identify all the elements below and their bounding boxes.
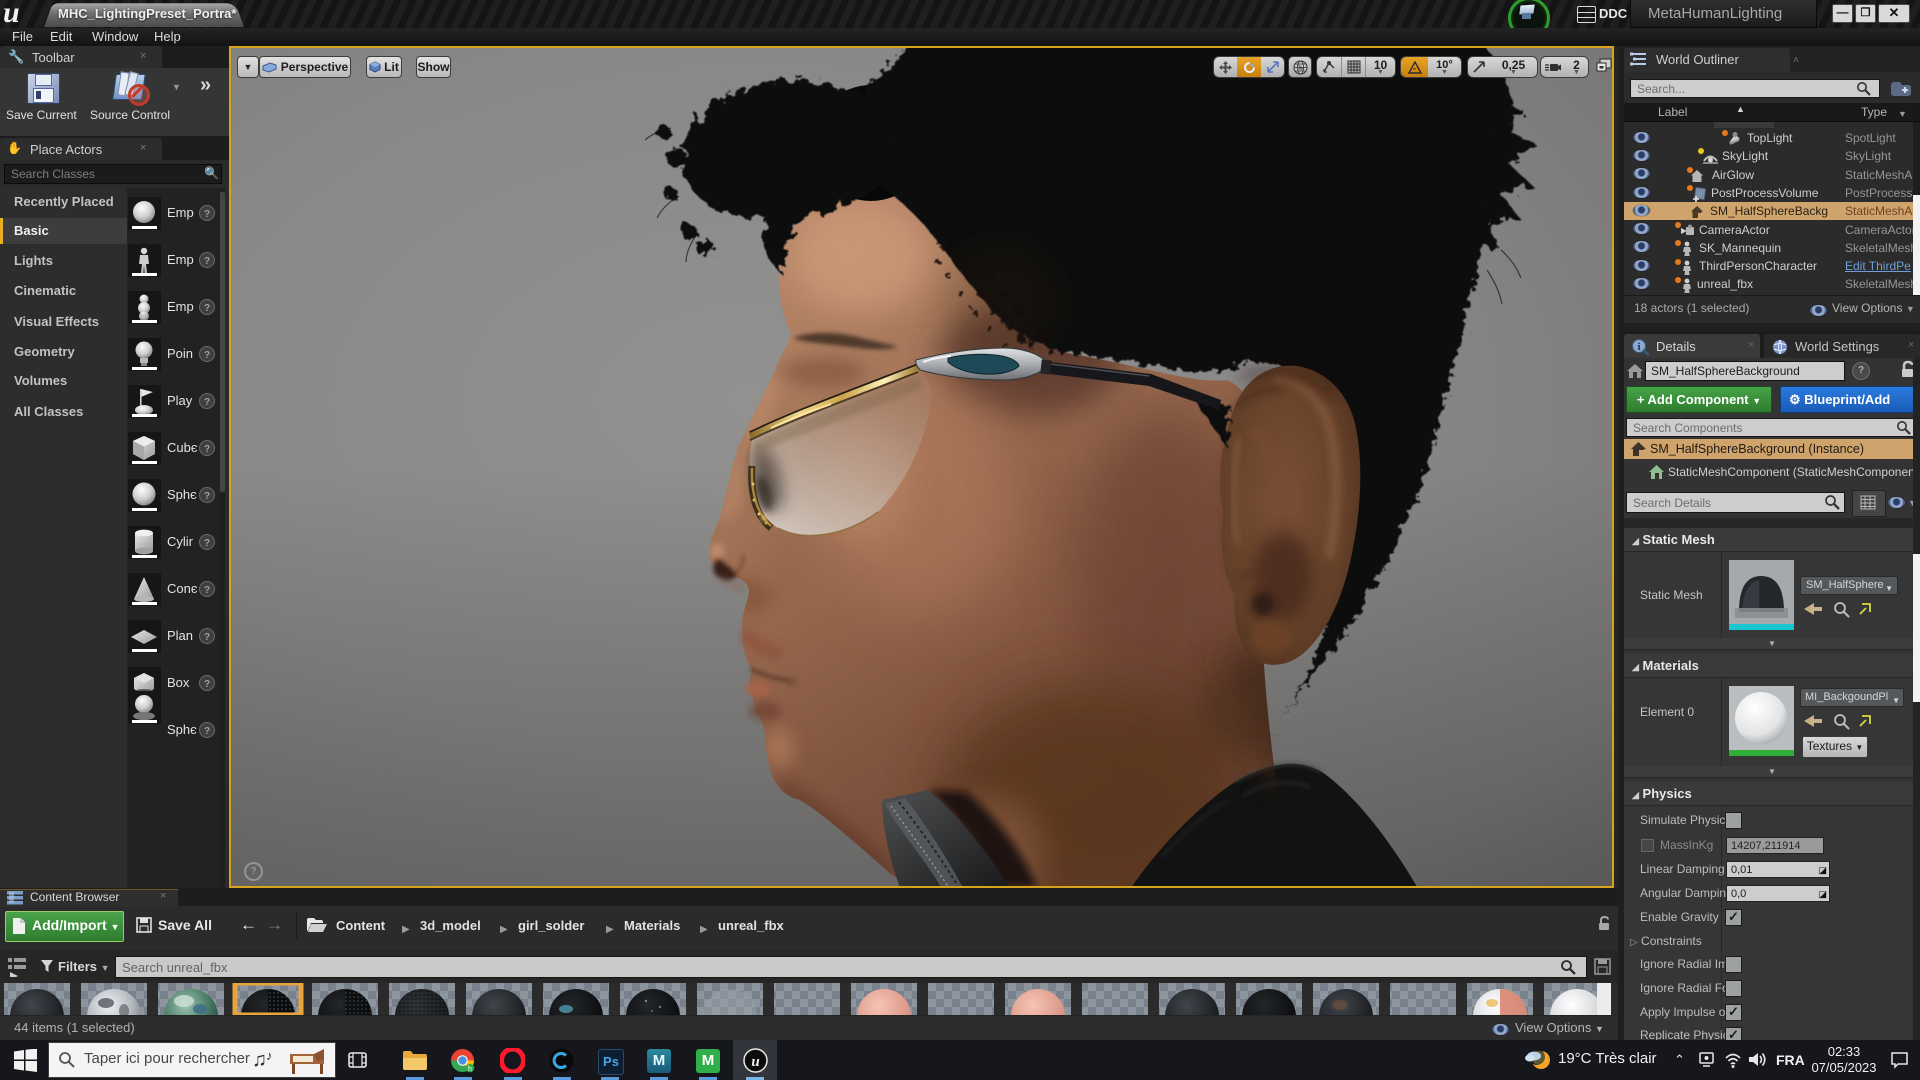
svg-text:?: ? xyxy=(204,491,210,502)
svg-text:?: ? xyxy=(204,209,210,220)
svg-text:i: i xyxy=(1637,341,1640,353)
svg-text:?: ? xyxy=(204,585,210,596)
svg-text:?: ? xyxy=(204,397,210,408)
svg-text:?: ? xyxy=(204,538,210,549)
svg-text:u: u xyxy=(751,1054,759,1070)
svg-text:?: ? xyxy=(204,256,210,267)
svg-text:?: ? xyxy=(204,303,210,314)
svg-text:♪: ♪ xyxy=(266,1048,273,1063)
svg-text:?: ? xyxy=(204,350,210,361)
svg-text:♫: ♫ xyxy=(252,1049,267,1071)
svg-text:?: ? xyxy=(204,679,210,690)
svg-text:?: ? xyxy=(204,632,210,643)
svg-text:?: ? xyxy=(204,726,210,737)
svg-text:?: ? xyxy=(204,444,210,455)
svg-text:h: h xyxy=(468,1066,472,1073)
